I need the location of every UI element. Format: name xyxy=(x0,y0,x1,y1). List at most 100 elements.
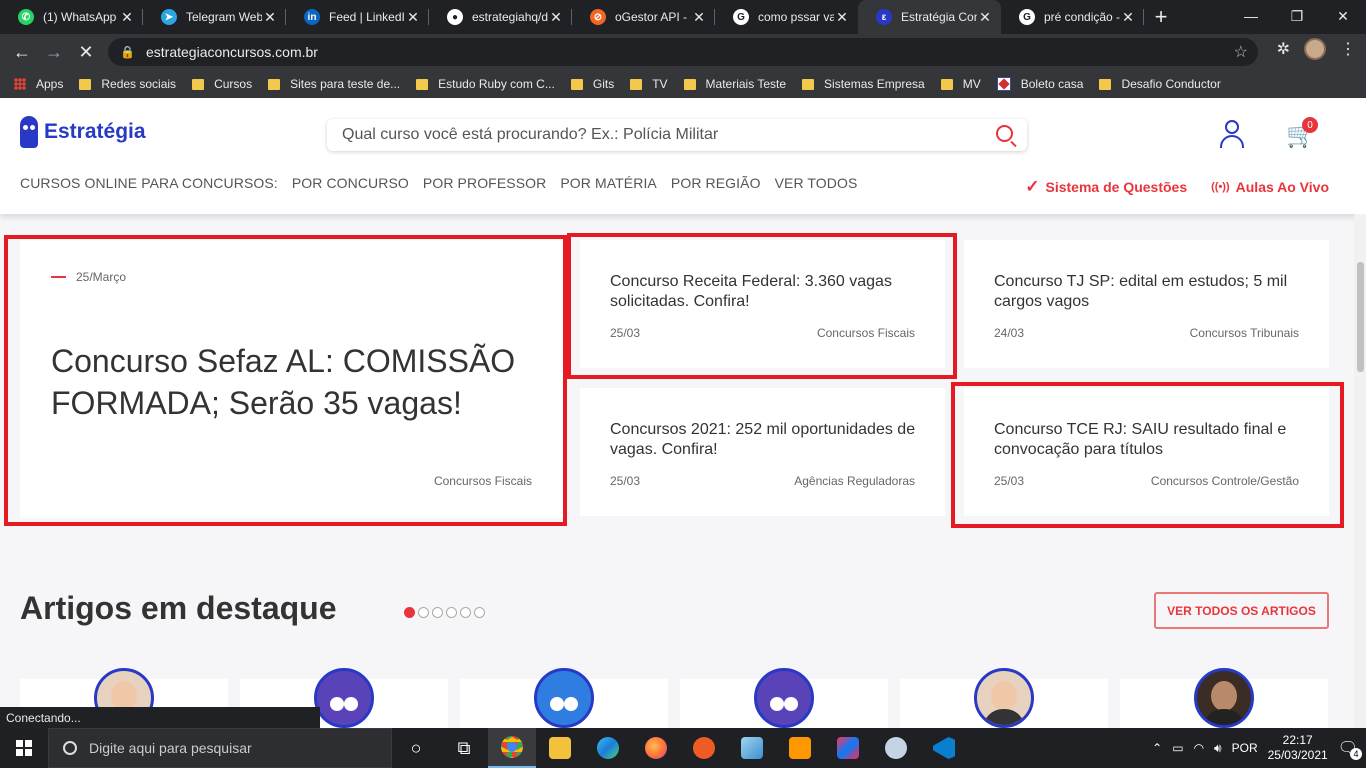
browser-tab[interactable]: ⊘ oGestor API - c ✕ xyxy=(572,0,715,34)
browser-tab[interactable]: ε Estratégia Con ✕ xyxy=(858,0,1001,34)
user-account-icon[interactable] xyxy=(1219,120,1245,148)
news-card[interactable]: Concursos 2021: 252 mil oportunidades de… xyxy=(580,388,945,516)
owl-avatar-icon[interactable] xyxy=(754,668,814,728)
close-tab-icon[interactable]: ✕ xyxy=(262,9,278,26)
close-tab-icon[interactable]: ✕ xyxy=(119,9,135,26)
bookmark-item[interactable]: Materiais Teste xyxy=(683,77,786,91)
task-view-icon[interactable]: ⧉ xyxy=(440,728,488,768)
nav-link[interactable]: POR PROFESSOR xyxy=(423,175,546,191)
browser-tab[interactable]: Gcomo pssar va ✕ xyxy=(715,0,858,34)
browser-tab[interactable]: Gpré condição - ✕ xyxy=(1001,0,1144,34)
news-category[interactable]: Concursos Fiscais xyxy=(434,474,532,488)
news-category[interactable]: Concursos Tribunais xyxy=(1190,326,1299,340)
extensions-icon[interactable]: ✲ xyxy=(1277,39,1290,59)
live-classes-link[interactable]: ((•)) Aulas Ao Vivo xyxy=(1211,177,1329,197)
bookmark-item[interactable]: Estudo Ruby com C... xyxy=(416,77,555,91)
new-tab-button[interactable]: + xyxy=(1144,0,1178,34)
news-title[interactable]: Concurso TJ SP: edital em estudos; 5 mil… xyxy=(994,272,1314,312)
site-logo[interactable]: Estratégia xyxy=(20,116,146,148)
news-category[interactable]: Agências Reguladoras xyxy=(794,474,915,488)
search-icon[interactable] xyxy=(996,125,1013,142)
page-scrollbar[interactable] xyxy=(1354,214,1366,728)
owl-avatar-icon[interactable] xyxy=(534,668,594,728)
bookmark-item[interactable]: Sites para teste de... xyxy=(268,77,400,91)
sublime-text-icon[interactable] xyxy=(776,728,824,768)
bookmark-item[interactable]: MV xyxy=(940,77,981,91)
edge-icon[interactable] xyxy=(584,728,632,768)
nav-link[interactable]: POR MATÉRIA xyxy=(560,175,657,191)
close-tab-icon[interactable]: ✕ xyxy=(548,9,564,26)
volume-icon[interactable]: 🔊︎ xyxy=(1214,741,1222,756)
news-title[interactable]: Concurso Sefaz AL: COMISSÃO FORMADA; Ser… xyxy=(51,340,541,424)
menu-icon[interactable]: ⋮ xyxy=(1340,39,1356,59)
file-explorer-icon[interactable] xyxy=(536,728,584,768)
close-tab-icon[interactable]: ✕ xyxy=(977,9,993,26)
stop-loading-icon[interactable]: ✕ xyxy=(70,36,102,68)
notepad-icon[interactable] xyxy=(728,728,776,768)
bookmark-item[interactable]: Sistemas Empresa xyxy=(802,77,925,91)
news-card[interactable]: Concurso TCE RJ: SAIU resultado final e … xyxy=(964,388,1329,516)
bookmark-item[interactable]: Boleto casa xyxy=(996,77,1083,91)
author-avatar[interactable] xyxy=(974,668,1034,728)
close-tab-icon[interactable]: ✕ xyxy=(691,9,707,26)
restore-icon[interactable]: ❐ xyxy=(1274,0,1320,32)
bookmark-item[interactable]: Cursos xyxy=(192,77,252,91)
battery-icon[interactable]: ▭ xyxy=(1172,741,1183,755)
owl-avatar-icon[interactable] xyxy=(314,668,374,728)
close-tab-icon[interactable]: ✕ xyxy=(405,9,421,26)
intellij-icon[interactable] xyxy=(824,728,872,768)
close-tab-icon[interactable]: ✕ xyxy=(834,9,850,26)
minimize-icon[interactable]: — xyxy=(1228,0,1274,32)
browser-tab[interactable]: ● estrategiahq/d ✕ xyxy=(429,0,572,34)
carousel-dot[interactable] xyxy=(418,607,429,618)
browser-tab[interactable]: ➤ Telegram Web ✕ xyxy=(143,0,286,34)
carousel-dot[interactable] xyxy=(474,607,485,618)
browser-tab[interactable]: in Feed | LinkedIn ✕ xyxy=(286,0,429,34)
news-title[interactable]: Concurso Receita Federal: 3.360 vagas so… xyxy=(610,272,930,312)
cortana-icon[interactable]: ○ xyxy=(392,728,440,768)
news-card[interactable]: Concurso TJ SP: edital em estudos; 5 mil… xyxy=(964,240,1329,368)
bookmark-item[interactable]: Apps xyxy=(14,77,63,91)
carousel-dot[interactable] xyxy=(404,607,415,618)
nav-link[interactable]: VER TODOS xyxy=(775,175,858,191)
wifi-icon[interactable]: ◠ xyxy=(1194,741,1204,755)
close-tab-icon[interactable]: ✕ xyxy=(1120,9,1136,26)
vscode-icon[interactable] xyxy=(920,728,968,768)
author-avatar[interactable] xyxy=(1194,668,1254,728)
taskbar-search[interactable]: Digite aqui para pesquisar xyxy=(48,728,392,768)
bookmark-star-icon[interactable]: ☆ xyxy=(1234,42,1248,62)
nav-link[interactable]: POR REGIÃO xyxy=(671,175,761,191)
bookmark-item[interactable]: Gits xyxy=(570,77,614,91)
start-button[interactable] xyxy=(0,728,48,768)
scrollbar-thumb[interactable] xyxy=(1357,262,1364,372)
view-all-articles-button[interactable]: VER TODOS OS ARTIGOS xyxy=(1154,592,1329,629)
carousel-dot[interactable] xyxy=(460,607,471,618)
taskbar-clock[interactable]: 22:17 25/03/2021 xyxy=(1268,733,1328,763)
news-card[interactable]: Concurso Receita Federal: 3.360 vagas so… xyxy=(580,240,945,368)
language-indicator[interactable]: POR xyxy=(1232,741,1258,755)
bookmark-item[interactable]: TV xyxy=(630,77,668,91)
postman-icon[interactable] xyxy=(680,728,728,768)
notifications-icon[interactable]: 🗨︎ 4 xyxy=(1338,738,1362,760)
news-title[interactable]: Concurso TCE RJ: SAIU resultado final e … xyxy=(994,420,1314,460)
back-icon[interactable]: ← xyxy=(6,36,38,68)
chrome-taskbar-icon[interactable] xyxy=(488,728,536,768)
bookmark-item[interactable]: Desafio Conductor xyxy=(1099,77,1221,91)
browser-tab[interactable]: ✆ (1) WhatsApp ✕ xyxy=(0,0,143,34)
news-category[interactable]: Concursos Controle/Gestão xyxy=(1151,474,1299,488)
forward-icon[interactable]: → xyxy=(38,36,70,68)
question-system-link[interactable]: ✓ Sistema de Questões xyxy=(1025,177,1187,197)
featured-news-card[interactable]: 25/Março Concurso Sefaz AL: COMISSÃO FOR… xyxy=(20,240,563,518)
bookmark-item[interactable]: Redes sociais xyxy=(79,77,176,91)
news-title[interactable]: Concursos 2021: 252 mil oportunidades de… xyxy=(610,420,930,460)
chevron-up-icon[interactable]: ⌃ xyxy=(1152,741,1162,755)
profile-avatar[interactable] xyxy=(1304,38,1326,60)
firefox-icon[interactable] xyxy=(632,728,680,768)
close-window-icon[interactable]: ✕ xyxy=(1320,0,1366,32)
nav-link[interactable]: POR CONCURSO xyxy=(292,175,409,191)
news-category[interactable]: Concursos Fiscais xyxy=(817,326,915,340)
course-search-input[interactable]: Qual curso você está procurando? Ex.: Po… xyxy=(327,119,1027,151)
carousel-dot[interactable] xyxy=(446,607,457,618)
paint-icon[interactable] xyxy=(872,728,920,768)
address-bar[interactable]: 🔒 estrategiaconcursos.com.br ☆ xyxy=(108,38,1258,66)
